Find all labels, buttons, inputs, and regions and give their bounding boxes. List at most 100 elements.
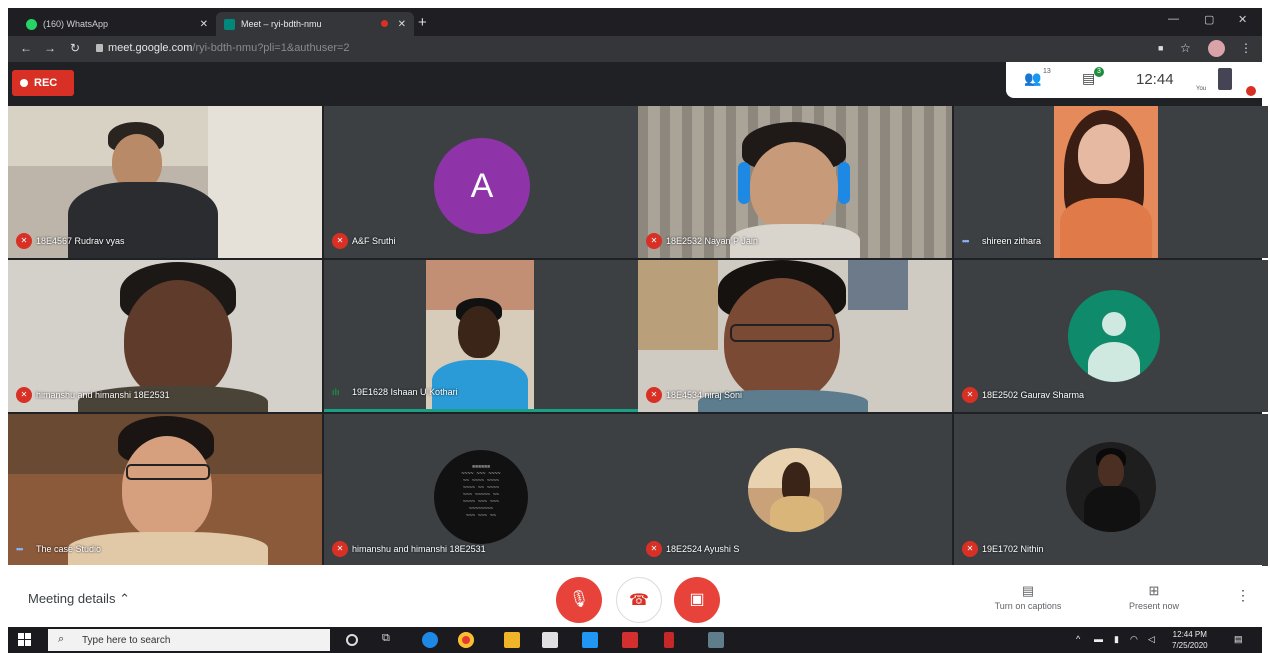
taskbar-time: 12:44 PM xyxy=(1172,630,1207,639)
bookmark-star-icon[interactable]: ☆ xyxy=(1180,41,1191,55)
camera-indicator-icon[interactable]: ■ xyxy=(1158,43,1163,53)
participant-name: shireen zithara xyxy=(982,236,1042,246)
participant-avatar: A xyxy=(434,138,530,234)
acrobat-icon[interactable] xyxy=(622,632,638,648)
taskbar-clock[interactable]: 12:44 PM 7/25/2020 xyxy=(1172,629,1208,651)
minimize-icon[interactable]: — xyxy=(1168,13,1179,25)
reload-icon[interactable]: ↻ xyxy=(70,41,80,55)
muted-mic-icon: ✕ xyxy=(332,541,348,557)
participants-count: 13 xyxy=(1043,68,1051,75)
close-tab-icon[interactable]: ✕ xyxy=(200,19,208,30)
cortana-icon[interactable] xyxy=(346,634,358,646)
meet-top-right-panel: 👥 13 ▤ 3 12:44 You xyxy=(1006,62,1262,98)
leave-call-button[interactable]: ☎ xyxy=(616,577,662,623)
participant-name: 18E2524 Ayushi S xyxy=(666,544,740,554)
mute-microphone-button[interactable]: 🎙 xyxy=(556,577,602,623)
participant-tile[interactable]: ••• shireen zithara xyxy=(954,106,1268,258)
participant-tile[interactable]: ✕ 18E2524 Ayushi S xyxy=(638,414,952,566)
participant-tile[interactable]: ✕ 18E2502 Gaurav Sharma xyxy=(954,260,1268,412)
camera-off-button[interactable]: ▣ xyxy=(674,577,720,623)
profile-avatar[interactable] xyxy=(1208,40,1225,57)
muted-mic-icon: ✕ xyxy=(332,233,348,249)
participant-tile[interactable]: ✕ 18E2532 Nayan P Jain xyxy=(638,106,952,258)
close-tab-icon[interactable]: ✕ xyxy=(398,19,406,30)
participant-name: himanshu and himanshi 18E2531 xyxy=(36,390,170,400)
participant-tile[interactable]: ✕ 18E4567 Rudrav vyas xyxy=(8,106,322,258)
participant-name: 18E4567 Rudrav vyas xyxy=(36,236,125,246)
lock-icon xyxy=(96,44,103,52)
maximize-icon[interactable]: ▢ xyxy=(1204,13,1214,26)
volume-icon[interactable]: ◁ xyxy=(1148,634,1155,645)
task-view-icon[interactable]: ⧉ xyxy=(382,632,398,648)
battery-icon[interactable]: ▬ xyxy=(1094,634,1103,644)
whatsapp-icon xyxy=(26,18,37,30)
screen: (160) WhatsApp ✕ Meet – ryi-bdth-nmu ✕ +… xyxy=(0,0,1270,653)
new-tab-button[interactable]: + xyxy=(418,14,427,31)
wifi-icon[interactable]: ◠ xyxy=(1130,634,1138,645)
windows-taskbar: ⌕ Type here to search ⧉ ^ ▬ ▮ ◠ ◁ 12:44 … xyxy=(8,627,1262,653)
participant-tile[interactable]: ••• The case Studio xyxy=(8,414,322,566)
participant-tile[interactable]: ✕ 19E1702 Nithin xyxy=(954,414,1268,566)
speaking-indicator-icon: ılı xyxy=(332,387,340,397)
meet-grid-area: REC 👥 13 ▤ 3 12:44 You ✕ 18E4567 Rudrav … xyxy=(8,62,1268,566)
participant-tile[interactable]: ≋≋≋≋≋≋ ~~~~ ~~~ ~~~~ ~~ ~~~~ ~~~~ ~~~~ ~~ ~… xyxy=(324,414,638,566)
participant-name: 19E1628 Ishaan U Kothari xyxy=(352,387,458,397)
participant-tile[interactable]: A ✕ A&F Sruthi xyxy=(324,106,638,258)
tab-meet[interactable]: Meet – ryi-bdth-nmu ✕ xyxy=(216,12,414,36)
muted-mic-icon: ✕ xyxy=(16,387,32,403)
url-field[interactable]: meet.google.com/ryi-bdth-nmu?pli=1&authu… xyxy=(108,42,350,54)
you-label: You xyxy=(1196,86,1207,92)
tray-chevron-icon[interactable]: ^ xyxy=(1076,634,1080,644)
turn-on-captions-button[interactable]: ▤ Turn on captions xyxy=(978,583,1078,611)
participant-name: 18E2502 Gaurav Sharma xyxy=(982,390,1085,400)
word-icon[interactable] xyxy=(582,632,598,648)
meeting-clock: 12:44 xyxy=(1136,71,1174,88)
app-icon[interactable] xyxy=(664,632,674,648)
participant-name: 18E4534 niraj Soni xyxy=(666,390,743,400)
record-dot-icon xyxy=(20,79,28,87)
present-now-button[interactable]: ⊞ Present now xyxy=(1104,583,1204,611)
hang-up-icon: ☎ xyxy=(629,592,649,609)
profile-image xyxy=(748,448,842,532)
profile-image: ≋≋≋≋≋≋ ~~~~ ~~~ ~~~~ ~~ ~~~~ ~~~~ ~~~~ ~~ ~… xyxy=(434,450,528,544)
participant-tile[interactable]: ılı 19E1628 Ishaan U Kothari xyxy=(324,260,638,412)
close-window-icon[interactable]: ✕ xyxy=(1238,13,1247,26)
search-placeholder: Type here to search xyxy=(82,635,171,646)
participant-name: The case Studio xyxy=(36,544,102,554)
participant-name: 19E1702 Nithin xyxy=(982,544,1044,554)
present-label: Present now xyxy=(1128,601,1180,611)
rec-label: REC xyxy=(34,77,58,89)
calculator-icon[interactable] xyxy=(708,632,724,648)
chrome-icon[interactable] xyxy=(458,632,474,648)
tab-whatsapp[interactable]: (160) WhatsApp ✕ xyxy=(18,12,216,36)
participants-icon[interactable]: 👥 xyxy=(1024,70,1041,87)
generic-avatar-icon xyxy=(1068,290,1160,382)
chat-badge: 3 xyxy=(1094,67,1104,77)
forward-icon[interactable]: → xyxy=(44,41,56,55)
taskbar-search-box[interactable]: ⌕ Type here to search xyxy=(48,629,330,651)
back-icon[interactable]: ← xyxy=(20,41,32,55)
more-options-icon[interactable]: ⋮ xyxy=(1236,587,1250,604)
file-explorer-icon[interactable] xyxy=(504,632,520,648)
browser-tab-bar: (160) WhatsApp ✕ Meet – ryi-bdth-nmu ✕ +… xyxy=(8,8,1262,36)
meeting-details-button[interactable]: Meeting details ⌃ xyxy=(28,591,130,607)
taskbar-date: 7/25/2020 xyxy=(1172,641,1208,650)
participant-tile[interactable]: ✕ 18E4534 niraj Soni xyxy=(638,260,952,412)
participant-name: A&F Sruthi xyxy=(352,236,396,246)
more-dots-icon: ••• xyxy=(962,236,970,246)
participant-tile[interactable]: ✕ himanshu and himanshi 18E2531 xyxy=(8,260,322,412)
mic-tray-icon[interactable]: ▮ xyxy=(1114,634,1119,645)
self-view-thumbnail[interactable] xyxy=(1218,68,1232,90)
notifications-icon[interactable]: ▤ xyxy=(1234,634,1243,645)
meeting-controls-bar: Meeting details ⌃ 🎙 ☎ ▣ ▤ Turn on caption… xyxy=(8,565,1262,627)
edge-icon[interactable] xyxy=(422,632,438,648)
muted-mic-icon: ✕ xyxy=(646,541,662,557)
captions-label: Turn on captions xyxy=(994,601,1062,611)
browser-menu-icon[interactable]: ⋮ xyxy=(1240,41,1252,55)
windows-start-icon[interactable] xyxy=(18,633,32,647)
profile-image xyxy=(1066,442,1156,532)
more-dots-icon: ••• xyxy=(16,544,24,554)
chevron-up-icon: ⌃ xyxy=(119,591,130,606)
tab-title: (160) WhatsApp xyxy=(43,19,109,29)
store-icon[interactable] xyxy=(542,632,558,648)
